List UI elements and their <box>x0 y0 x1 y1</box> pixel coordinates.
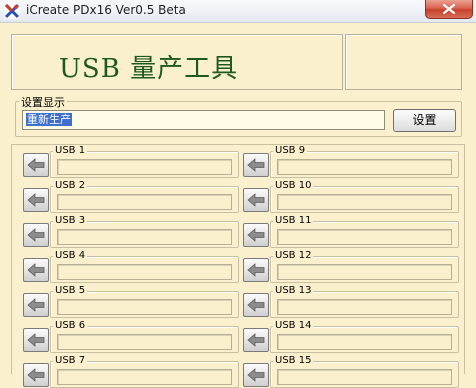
usb-port-status-field <box>57 299 232 315</box>
usb-port-status-field <box>57 159 232 175</box>
usb-port-status-field <box>277 159 452 175</box>
usb-port-row: USB 10 <box>243 180 459 213</box>
usb-port-label: USB 13 <box>273 285 314 297</box>
usb-port-row: USB 5 <box>23 285 239 318</box>
arrow-left-icon <box>247 263 265 277</box>
arrow-left-icon <box>27 368 45 382</box>
usb-port-row: USB 9 <box>243 145 459 178</box>
usb-port-label: USB 12 <box>273 250 314 262</box>
arrow-left-icon <box>27 158 45 172</box>
usb-port-action-button[interactable] <box>243 258 269 282</box>
usb-port-row: USB 2 <box>23 180 239 213</box>
usb-port-action-button[interactable] <box>243 328 269 352</box>
usb-port-action-button[interactable] <box>23 258 49 282</box>
usb-port-status-field <box>57 369 232 385</box>
usb-port-row: USB 7 <box>23 355 239 388</box>
usb-port-status-field <box>277 194 452 210</box>
arrow-left-icon <box>247 228 265 242</box>
usb-port-action-button[interactable] <box>23 328 49 352</box>
usb-port-label: USB 11 <box>273 215 314 227</box>
usb-port-label: USB 2 <box>53 180 88 192</box>
close-button[interactable] <box>425 0 473 19</box>
usb-port-status-field <box>277 299 452 315</box>
usb-port-list: USB 1 USB 2 USB 3 USB 4 USB 5 USB 6 USB 7 USB 9… <box>11 144 465 388</box>
window-title: iCreate PDx16 Ver0.5 Beta <box>26 3 186 17</box>
arrow-left-icon <box>27 263 45 277</box>
usb-port-label: USB 6 <box>53 320 88 332</box>
close-icon <box>443 4 455 14</box>
usb-port-status-field <box>57 229 232 245</box>
usb-port-row: USB 4 <box>23 250 239 283</box>
usb-port-status-field <box>57 264 232 280</box>
usb-port-status-field <box>277 229 452 245</box>
app-icon <box>4 3 20 19</box>
arrow-left-icon <box>27 298 45 312</box>
usb-port-action-button[interactable] <box>243 363 269 387</box>
usb-port-label: USB 3 <box>53 215 88 227</box>
usb-port-row: USB 3 <box>23 215 239 248</box>
usb-port-row: USB 1 <box>23 145 239 178</box>
arrow-left-icon <box>247 333 265 347</box>
usb-port-label: USB 15 <box>273 355 314 367</box>
usb-port-action-button[interactable] <box>23 293 49 317</box>
usb-port-status-field <box>277 334 452 350</box>
banner-panel: USB 量产工具 <box>11 34 343 90</box>
setting-display-field[interactable]: 重新生产 <box>22 110 385 130</box>
usb-port-status-field <box>57 194 232 210</box>
arrow-left-icon <box>27 228 45 242</box>
usb-port-row: USB 14 <box>243 320 459 353</box>
arrow-left-icon <box>247 193 265 207</box>
usb-port-label: USB 7 <box>53 355 88 367</box>
usb-port-action-button[interactable] <box>23 223 49 247</box>
usb-port-row: USB 6 <box>23 320 239 353</box>
arrow-left-icon <box>247 158 265 172</box>
usb-port-row: USB 13 <box>243 285 459 318</box>
usb-port-action-button[interactable] <box>23 153 49 177</box>
usb-port-action-button[interactable] <box>243 223 269 247</box>
usb-port-label: USB 4 <box>53 250 88 262</box>
side-panel <box>345 34 462 90</box>
usb-port-action-button[interactable] <box>243 153 269 177</box>
usb-port-label: USB 5 <box>53 285 88 297</box>
usb-port-row: USB 12 <box>243 250 459 283</box>
arrow-left-icon <box>247 368 265 382</box>
usb-port-status-field <box>57 334 232 350</box>
usb-port-label: USB 14 <box>273 320 314 332</box>
arrow-left-icon <box>27 193 45 207</box>
usb-port-status-field <box>277 369 452 385</box>
title-bar: iCreate PDx16 Ver0.5 Beta <box>0 0 476 23</box>
usb-port-label: USB 1 <box>53 145 88 157</box>
usb-port-action-button[interactable] <box>243 188 269 212</box>
setting-display-value: 重新生产 <box>26 113 72 126</box>
arrow-left-icon <box>27 333 45 347</box>
usb-port-status-field <box>277 264 452 280</box>
banner-title: USB 量产工具 <box>59 54 239 84</box>
settings-group-label: 设置显示 <box>19 94 67 110</box>
usb-port-action-button[interactable] <box>23 188 49 212</box>
usb-port-row: USB 15 <box>243 355 459 388</box>
arrow-left-icon <box>247 298 265 312</box>
usb-port-action-button[interactable] <box>243 293 269 317</box>
usb-port-label: USB 9 <box>273 145 308 157</box>
usb-port-label: USB 10 <box>273 180 314 192</box>
usb-port-action-button[interactable] <box>23 363 49 387</box>
usb-port-row: USB 11 <box>243 215 459 248</box>
set-button[interactable]: 设置 <box>393 109 456 132</box>
